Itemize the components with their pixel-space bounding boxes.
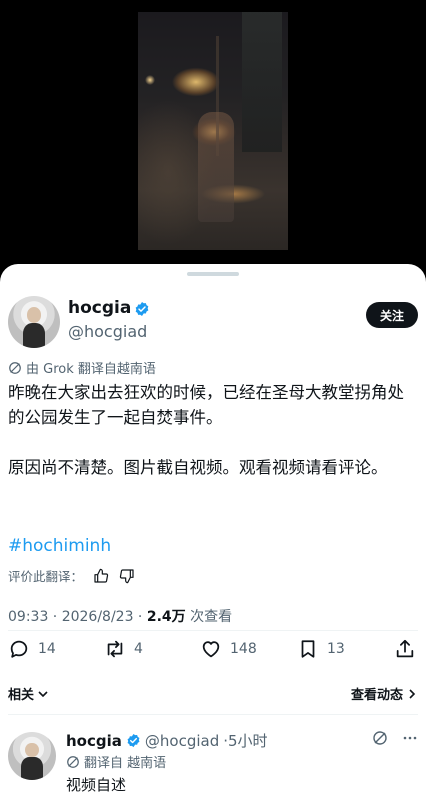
media-viewer[interactable] [0, 0, 426, 272]
reply-translation-text: 翻译自 越南语 [84, 756, 167, 771]
post-sheet: hocgia @hocgiad 关注 由 Grok 翻译自越南语 昨晚在大家出去… [0, 264, 426, 800]
thumbs-up-icon[interactable] [93, 568, 109, 584]
repost-count: 4 [134, 641, 143, 657]
share-icon [396, 639, 414, 658]
rate-translation: 评价此翻译： [8, 566, 135, 585]
post-meta: 09:33 · 2026/8/23 · 2.4万 次查看 [8, 606, 232, 626]
post-timestamp: 09:33 · 2026/8/23 · [8, 609, 147, 625]
video-thumbnail[interactable] [138, 12, 288, 250]
related-toggle[interactable]: 相关 [8, 684, 49, 703]
reply-time: ·5小时 [223, 732, 268, 750]
post-body: 昨晚在大家出去狂欢的时候，已经在圣母大教堂拐角处的公园发生了一起自焚事件。 原因… [8, 380, 418, 505]
related-row: 相关 查看动态 [8, 684, 418, 704]
bookmark-button[interactable]: 13 [297, 638, 345, 660]
reply-header: hocgia @hocgiad ·5小时 [66, 730, 268, 751]
share-button[interactable] [394, 638, 416, 660]
translation-notice-text: 由 Grok 翻译自越南语 [26, 362, 156, 377]
divider [8, 630, 418, 631]
bookmark-count: 13 [327, 641, 345, 657]
view-label: 次查看 [185, 609, 233, 625]
author-name[interactable]: hocgia [68, 298, 131, 318]
bookmark-icon [301, 640, 315, 658]
divider [8, 714, 418, 715]
view-activity-label: 查看动态 [350, 688, 403, 703]
related-label: 相关 [8, 688, 35, 703]
reply-count: 14 [38, 641, 56, 657]
like-button[interactable]: 148 [200, 638, 257, 660]
repost-button[interactable]: 4 [104, 638, 143, 660]
verified-badge-icon [127, 733, 140, 748]
chevron-down-icon [38, 690, 48, 697]
grok-icon [67, 755, 79, 768]
reply-controls [372, 730, 418, 746]
more-icon[interactable] [402, 730, 418, 746]
translation-notice: 由 Grok 翻译自越南语 [8, 358, 156, 377]
reply-body: 视频自述 [66, 776, 127, 794]
like-count: 148 [230, 641, 257, 657]
hashtag-link[interactable]: #hochiminh [8, 536, 111, 556]
chevron-right-icon [409, 688, 416, 699]
avatar[interactable] [8, 296, 60, 348]
grok-icon [9, 361, 21, 374]
video-scene-tree [242, 12, 282, 152]
reply-author-handle[interactable]: @hocgiad [145, 732, 219, 750]
post-paragraph: 昨晚在大家出去狂欢的时候，已经在圣母大教堂拐角处的公园发生了一起自焚事件。 [8, 383, 404, 427]
reply-icon [10, 640, 28, 658]
view-activity-link[interactable]: 查看动态 [351, 684, 418, 703]
action-bar: 14 4 148 13 [8, 638, 418, 668]
reply-post[interactable]: hocgia @hocgiad ·5小时 翻译自 越南语 视频自述 [8, 728, 418, 800]
follow-button[interactable]: 关注 [366, 302, 418, 328]
author-handle[interactable]: @hocgiad [68, 322, 147, 341]
verified-badge-icon [135, 302, 149, 316]
avatar[interactable] [8, 732, 56, 780]
like-icon [202, 641, 220, 658]
reply-author-name[interactable]: hocgia [66, 732, 122, 750]
rate-translation-label: 评价此翻译： [8, 569, 84, 584]
repost-icon [107, 640, 123, 658]
video-scene-figure [198, 112, 234, 222]
sheet-drag-handle[interactable] [187, 272, 239, 276]
reply-button[interactable]: 14 [8, 638, 56, 660]
view-count[interactable]: 2.4万 [147, 609, 186, 625]
post-author: hocgia @hocgiad 关注 [8, 296, 418, 348]
reply-translation-notice: 翻译自 越南语 [66, 752, 166, 771]
grok-icon[interactable] [372, 730, 388, 746]
post-paragraph: 原因尚不清楚。图片截自视频。观看视频请看评论。 [8, 458, 388, 477]
thumbs-down-icon[interactable] [119, 568, 135, 584]
